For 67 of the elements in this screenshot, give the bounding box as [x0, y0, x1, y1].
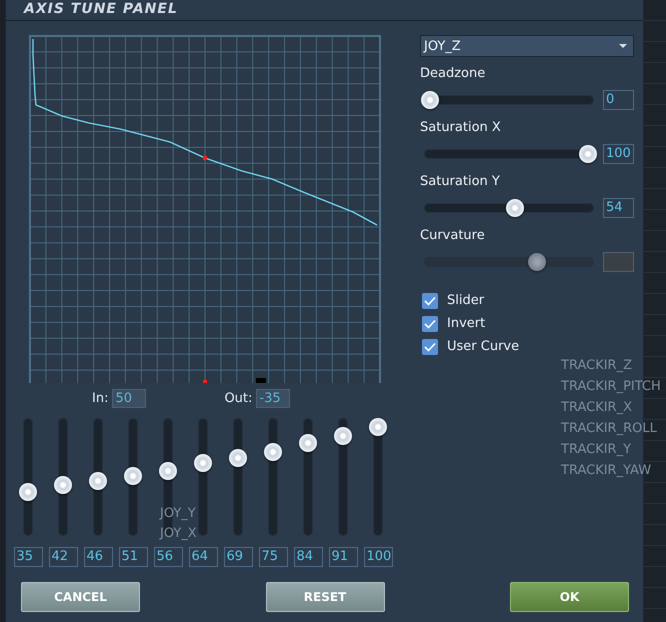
checkbox-label: User Curve [447, 339, 520, 354]
slider-thumb[interactable] [194, 454, 212, 472]
readout-label: In: [92, 391, 108, 406]
setting-label: Curvature [420, 228, 486, 245]
value-field[interactable]: 100 [603, 144, 634, 164]
readout-value: -35 [256, 389, 290, 408]
slider-thumb[interactable] [421, 91, 439, 109]
slider-thumb[interactable] [299, 434, 317, 452]
value-field[interactable]: 35 [14, 547, 42, 567]
readout-label: Out: [224, 391, 252, 406]
vertical-slider[interactable] [264, 418, 282, 536]
action-button[interactable]: CANCEL [21, 582, 140, 612]
background-label: TRACKIR_Z [561, 358, 632, 373]
setting-label: Saturation Y [420, 174, 501, 191]
setting-label: Deadzone [420, 66, 486, 83]
vertical-slider[interactable] [299, 418, 317, 536]
slider-thumb[interactable] [124, 467, 142, 485]
value-field[interactable]: 75 [258, 547, 288, 567]
checkbox-label: Invert [447, 316, 486, 331]
slider-thumb[interactable] [506, 199, 524, 217]
checkbox-label: Slider [447, 293, 484, 308]
background-label: JOY_Y [160, 506, 196, 521]
slider-thumb[interactable] [334, 427, 352, 445]
value-field[interactable]: 0 [603, 90, 634, 110]
checkbox[interactable] [422, 316, 438, 332]
vertical-slider[interactable] [124, 418, 142, 536]
background-label: TRACKIR_X [561, 400, 632, 415]
value-field[interactable]: 91 [328, 547, 358, 567]
vertical-slider[interactable] [369, 418, 387, 536]
slider-thumb[interactable] [54, 476, 72, 494]
value-field[interactable]: 64 [188, 547, 218, 567]
vertical-slider[interactable] [89, 418, 107, 536]
background-label: TRACKIR_Y [561, 442, 632, 457]
slider-thumb[interactable] [89, 472, 107, 490]
value-field[interactable]: 100 [364, 547, 392, 567]
action-button[interactable]: RESET [266, 582, 384, 612]
background-label: TRACKIR_PITCH [561, 379, 661, 394]
window-title: AXIS TUNE PANEL [6, 0, 643, 21]
setting-label: Saturation X [420, 120, 502, 137]
vertical-slider[interactable] [229, 418, 247, 536]
value-field[interactable]: 42 [48, 547, 78, 567]
checkbox[interactable] [422, 338, 438, 354]
slider-thumb[interactable] [159, 462, 177, 480]
slider-thumb[interactable] [229, 449, 247, 467]
value-field[interactable]: 69 [224, 547, 252, 567]
background-label: TRACKIR_YAW [561, 463, 652, 478]
value-field[interactable] [603, 252, 634, 272]
vertical-slider[interactable] [19, 418, 37, 536]
axis-dropdown[interactable]: JOY_Z [420, 35, 634, 57]
value-field[interactable]: 84 [294, 547, 322, 567]
value-field[interactable]: 56 [154, 547, 182, 567]
slider-thumb[interactable] [264, 443, 282, 461]
vertical-slider[interactable] [334, 418, 352, 536]
dropdown-value: JOY_Z [424, 38, 461, 54]
slider-thumb[interactable] [19, 483, 37, 501]
background-label: JOY_X [160, 526, 197, 541]
vertical-slider[interactable] [54, 418, 72, 536]
value-field[interactable]: 51 [118, 547, 148, 567]
background-label: TRACKIR_ROLL [561, 421, 657, 436]
readout-value: 50 [112, 389, 146, 408]
caret-icon [619, 44, 627, 48]
value-field[interactable]: 46 [84, 547, 112, 567]
value-field[interactable]: 54 [603, 198, 634, 218]
checkbox[interactable] [422, 292, 438, 308]
slider-thumb[interactable] [579, 145, 597, 163]
slider-thumb[interactable] [369, 418, 387, 436]
ok-button[interactable]: OK [510, 582, 629, 612]
